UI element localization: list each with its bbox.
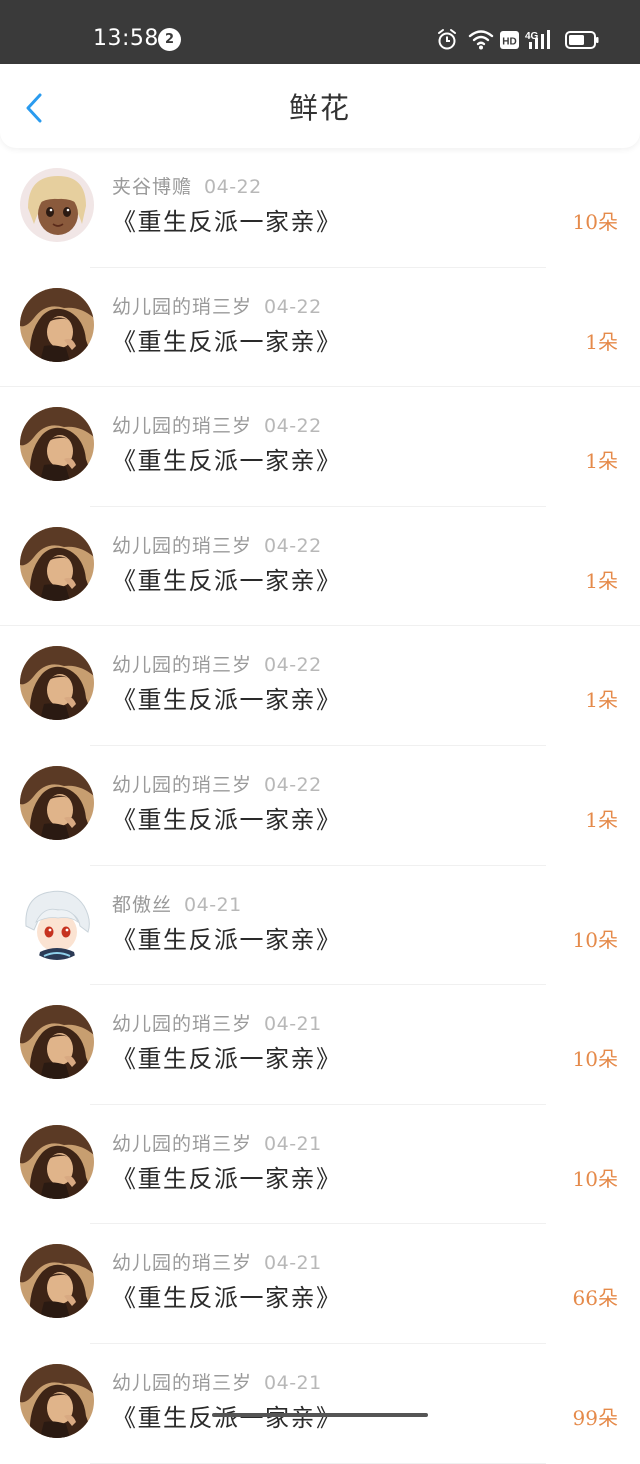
- home-indicator[interactable]: [212, 1413, 428, 1417]
- list-item[interactable]: 幼儿园的琑三岁 04-22 《重生反派一家亲》 1朵: [0, 745, 640, 866]
- username[interactable]: 幼儿园的琑三岁: [112, 1133, 252, 1155]
- avatar[interactable]: [20, 1244, 94, 1319]
- book-title[interactable]: 《重生反派一家亲》: [112, 206, 342, 238]
- flower-count: 1朵: [585, 688, 618, 713]
- avatar[interactable]: [20, 1363, 94, 1438]
- book-title[interactable]: 《重生反派一家亲》: [112, 1043, 342, 1075]
- list-item[interactable]: 夹谷博赡 04-22 《重生反派一家亲》 10朵: [0, 148, 640, 268]
- flower-count: 1朵: [585, 329, 618, 354]
- item-meta: 幼儿园的琑三岁 04-22: [112, 294, 322, 320]
- date: 04-22: [264, 415, 322, 438]
- date: 04-21: [264, 1252, 322, 1275]
- item-meta: 幼儿园的琑三岁 04-21: [112, 1011, 322, 1037]
- notification-badge: 2: [158, 28, 181, 51]
- date: 04-22: [264, 654, 322, 677]
- username[interactable]: 幼儿园的琑三岁: [112, 535, 252, 557]
- avatar[interactable]: [20, 1124, 94, 1199]
- flower-count: 10朵: [572, 927, 618, 952]
- flower-count: 10朵: [572, 210, 618, 234]
- username[interactable]: 幼儿园的琑三岁: [112, 1013, 252, 1035]
- book-title[interactable]: 《重生反派一家亲》: [112, 1402, 342, 1434]
- flower-count: 1朵: [585, 449, 618, 474]
- avatar[interactable]: [20, 885, 94, 960]
- username[interactable]: 夹谷博赡: [112, 176, 192, 198]
- item-meta: 夹谷博赡 04-22: [112, 174, 262, 200]
- date: 04-22: [264, 534, 322, 557]
- signal-4g-icon: 4G: [525, 30, 550, 49]
- page-title: 鲜花: [288, 91, 351, 125]
- status-time: 13:58: [93, 26, 159, 51]
- date: 04-22: [264, 295, 322, 318]
- item-meta: 幼儿园的琑三岁 04-21: [112, 1131, 322, 1157]
- status-icons: HD 4G: [436, 26, 606, 54]
- book-title[interactable]: 《重生反派一家亲》: [112, 326, 342, 358]
- avatar[interactable]: [20, 287, 94, 362]
- avatar[interactable]: [20, 526, 94, 601]
- list-item[interactable]: 幼儿园的琑三岁 04-22 《重生反派一家亲》 1朵: [0, 626, 640, 746]
- avatar[interactable]: [20, 765, 94, 840]
- flower-count: 10朵: [572, 1166, 618, 1191]
- status-bar: 13:58 2 HD 4G: [0, 0, 640, 64]
- date: 04-22: [264, 773, 322, 796]
- book-title[interactable]: 《重生反派一家亲》: [112, 445, 342, 477]
- item-meta: 幼儿园的琑三岁 04-22: [112, 533, 322, 559]
- username[interactable]: 幼儿园的琑三岁: [112, 774, 252, 796]
- alarm-icon: [438, 29, 456, 50]
- username[interactable]: 幼儿园的琑三岁: [112, 1372, 252, 1394]
- list-item[interactable]: 幼儿园的琑三岁 04-21 《重生反派一家亲》 66朵: [0, 1224, 640, 1344]
- date: 04-21: [184, 893, 242, 916]
- avatar[interactable]: [20, 407, 94, 482]
- flower-list: 夹谷博赡 04-22 《重生反派一家亲》 10朵 幼儿园的琑三岁 04-22 《重生…: [0, 148, 640, 1464]
- flower-count: 10朵: [572, 1047, 618, 1072]
- flower-count: 66朵: [572, 1286, 618, 1311]
- list-item[interactable]: 都傲丝 04-21 《重生反派一家亲》 10朵: [0, 865, 640, 986]
- book-title[interactable]: 《重生反派一家亲》: [112, 1163, 342, 1195]
- flower-count: 1朵: [585, 568, 618, 593]
- flower-count: 1朵: [585, 807, 618, 832]
- battery-icon: [565, 31, 599, 49]
- list-item[interactable]: 幼儿园的琑三岁 04-22 《重生反派一家亲》 1朵: [0, 506, 640, 627]
- flower-count: 99朵: [572, 1405, 618, 1430]
- wifi-icon: [468, 30, 494, 46]
- book-title[interactable]: 《重生反派一家亲》: [112, 565, 342, 597]
- date: 04-21: [264, 1013, 322, 1036]
- avatar[interactable]: [20, 168, 94, 242]
- date: 04-21: [264, 1371, 322, 1394]
- date: 04-21: [264, 1132, 322, 1155]
- book-title[interactable]: 《重生反派一家亲》: [112, 804, 342, 836]
- username[interactable]: 幼儿园的琑三岁: [112, 296, 252, 318]
- hd-label: HD: [502, 37, 516, 48]
- username[interactable]: 幼儿园的琑三岁: [112, 1252, 252, 1274]
- avatar[interactable]: [20, 646, 94, 721]
- book-title[interactable]: 《重生反派一家亲》: [112, 924, 342, 956]
- header-bar: 鲜花: [0, 64, 640, 148]
- book-title[interactable]: 《重生反派一家亲》: [112, 684, 342, 716]
- username[interactable]: 都傲丝: [112, 894, 172, 916]
- item-meta: 幼儿园的琑三岁 04-22: [112, 652, 322, 678]
- username[interactable]: 幼儿园的琑三岁: [112, 654, 252, 676]
- item-meta: 都傲丝 04-21: [112, 892, 242, 918]
- list-item[interactable]: 幼儿园的琑三岁 04-21 《重生反派一家亲》 99朵: [0, 1343, 640, 1464]
- list-item[interactable]: 幼儿园的琑三岁 04-22 《重生反派一家亲》 1朵: [0, 267, 640, 388]
- list-item[interactable]: 幼儿园的琑三岁 04-21 《重生反派一家亲》 10朵: [0, 985, 640, 1105]
- item-meta: 幼儿园的琑三岁 04-21: [112, 1250, 322, 1276]
- list-item[interactable]: 幼儿园的琑三岁 04-22 《重生反派一家亲》 1朵: [0, 387, 640, 507]
- item-meta: 幼儿园的琑三岁 04-22: [112, 413, 322, 439]
- item-meta: 幼儿园的琑三岁 04-21: [112, 1370, 322, 1396]
- hd-icon: HD: [500, 31, 519, 49]
- date: 04-22: [204, 176, 262, 198]
- item-meta: 幼儿园的琑三岁 04-22: [112, 772, 322, 798]
- avatar[interactable]: [20, 1005, 94, 1080]
- book-title[interactable]: 《重生反派一家亲》: [112, 1282, 342, 1314]
- list-item[interactable]: 幼儿园的琑三岁 04-21 《重生反派一家亲》 10朵: [0, 1104, 640, 1225]
- username[interactable]: 幼儿园的琑三岁: [112, 415, 252, 437]
